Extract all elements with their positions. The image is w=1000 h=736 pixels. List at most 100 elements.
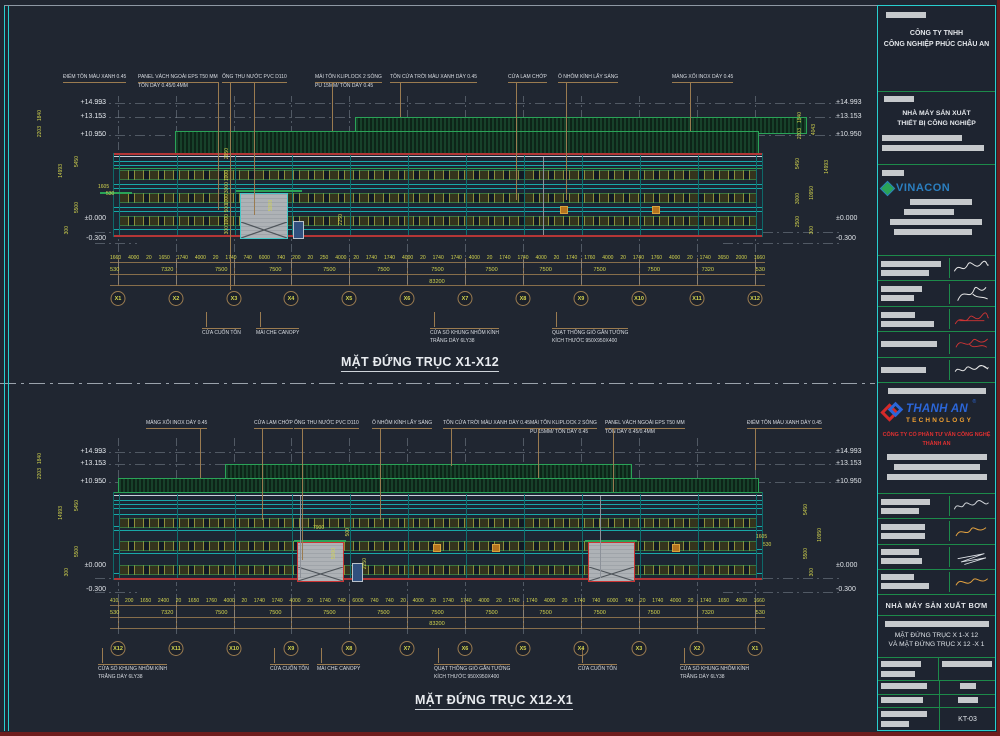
callout-text: TRẮNG DÀY 6LY38: [98, 674, 167, 681]
component-callout: CỬA CUỐN TÔN: [578, 664, 617, 674]
dimension-text: 1740: [384, 255, 395, 261]
grid-axis-line: [523, 582, 524, 634]
material-callout: Ô NHÔM KÍNH LẤY SÁNG: [372, 420, 432, 429]
thanhan-technology-text: TECHNOLOGY: [906, 418, 976, 424]
redacted-bar: [881, 683, 927, 689]
dimension-text: 20: [562, 598, 568, 604]
canopy: [585, 540, 637, 542]
dimension-text: 3650: [718, 255, 729, 261]
redacted-bar: [904, 209, 954, 215]
grid-bubble: X11: [169, 641, 184, 656]
callout-text: PANEL VÁCH NGOÀI EPS T50 MM: [138, 74, 218, 83]
callout-leader: [434, 312, 435, 327]
callout-text: KÍCH THƯỚC 950X950X400: [434, 674, 510, 681]
callout-text: TÔN CỬA TRỜI MÀU XANH DÀY 0.45: [390, 74, 477, 83]
dimension-text: 5450: [803, 504, 809, 515]
dimension-text: 1740: [461, 598, 472, 604]
callout-leader: [538, 428, 539, 478]
callout-text: PU 15MM/ TÔN DÀY 0.45: [530, 429, 597, 436]
dimension-text: 1740: [517, 255, 528, 261]
dimension-text: 1740: [499, 255, 510, 261]
callout-leader: [438, 648, 439, 663]
dimension-text: 20: [496, 598, 502, 604]
canopy: [100, 192, 132, 194]
dimension-text: 530: [756, 267, 765, 273]
grid-axis-line: [234, 582, 235, 634]
window-strip: [119, 565, 757, 575]
approval-signature-grid: [878, 256, 995, 383]
callout-text: MÁNG XỐI INOX DÀY 0.45: [146, 420, 207, 429]
callout-text: Ô NHÔM KÍNH LẤY SÁNG: [372, 420, 432, 429]
signature: [952, 334, 990, 354]
dimension-text: 300: [809, 226, 815, 234]
column-line: [235, 155, 236, 235]
grid-bubble: X7: [458, 291, 473, 306]
grid-bubble: X6: [400, 291, 415, 306]
dimension-text: 1660: [754, 255, 765, 261]
callout-leader: [321, 648, 322, 663]
grid-axis-line: [639, 582, 640, 634]
dimension-text: 7320: [702, 267, 714, 273]
dimension-text: 20: [430, 598, 436, 604]
callout-leader: [254, 82, 255, 215]
component-callout: CỬA CUỐN TÔN: [202, 328, 241, 338]
dimension-text: 4000: [536, 255, 547, 261]
dimension-text: 7500: [539, 267, 551, 273]
material-callout: PANEL VÁCH NGOÀI EPS T50 MMTÔN DÀY 0.45/…: [605, 420, 685, 437]
dimension-text: 6000: [607, 598, 618, 604]
dimension-text: 300: [809, 568, 815, 576]
dimension-text: 4000: [669, 255, 680, 261]
signature: [952, 284, 990, 304]
facade-line: [114, 235, 762, 237]
grid-axis-line: [118, 582, 119, 634]
material-callout: MÁI TÔN KLIPLOCK 2 SÓNGPU 15MM/ TÔN DÀY …: [315, 74, 382, 91]
callout-leader: [556, 312, 557, 327]
window-strip: [119, 193, 757, 203]
dimension-text: 7320: [161, 267, 173, 273]
material-callout: PANEL VÁCH NGOÀI EPS T50 MMTÔN DÀY 0.45/…: [138, 74, 218, 91]
callout-text: TÔN DÀY 0.45/0.4MM: [605, 429, 685, 436]
dimension-text: 7500: [485, 610, 497, 616]
facade-line: [114, 188, 762, 189]
dimension-text: 1740: [320, 598, 331, 604]
callout-leader: [380, 428, 381, 520]
dimension-text: 2000: [736, 255, 747, 261]
view-separator: [0, 383, 875, 384]
dimension-text: 1605: [756, 534, 767, 540]
dimension-text: 1840: [37, 110, 43, 121]
redacted-bar: [887, 454, 987, 460]
facade-line: [114, 514, 762, 515]
sheet-border-left-inner: [8, 5, 9, 731]
grid-axis-line: [697, 239, 698, 284]
callout-leader: [262, 428, 263, 520]
dimension-text: 20: [400, 598, 406, 604]
dimension-text: 500: [345, 528, 351, 536]
dimension-line: [110, 274, 765, 275]
wall-fan: [652, 206, 660, 214]
callout-text: CỬA LAM CHỚP: [254, 420, 293, 429]
dimension-text: 300: [64, 568, 70, 576]
level-label: +13.153: [64, 460, 106, 467]
component-callout: MÁI CHE CANOPY: [317, 664, 360, 674]
thanhan-company-line2: THÀNH AN: [882, 440, 991, 448]
dimension-text: 20: [620, 255, 626, 261]
callout-text: KÍCH THƯỚC 950X950X400: [552, 338, 628, 345]
column-line: [466, 155, 467, 235]
level-label: +10.950: [64, 131, 106, 138]
grid-axis-line: [234, 239, 235, 284]
window-strip: [119, 518, 757, 528]
column-line: [119, 494, 120, 578]
callout-text: TÔN DÀY 0.45/0.4MM: [138, 83, 218, 90]
column-line: [235, 494, 236, 578]
dimension-text: 14993: [58, 164, 64, 178]
sheet-info-grid: KT-03: [878, 658, 995, 730]
level-label: +10.950: [64, 478, 106, 485]
dimension-text: 20: [420, 255, 426, 261]
grid-bubble: X12: [111, 641, 126, 656]
callout-leader: [102, 648, 103, 663]
redacted-bar: [886, 12, 926, 18]
callout-leader: [516, 82, 517, 200]
signature-row: [878, 332, 995, 357]
grid-bubble: X11: [690, 291, 705, 306]
dimension-text: 5450: [74, 500, 80, 511]
